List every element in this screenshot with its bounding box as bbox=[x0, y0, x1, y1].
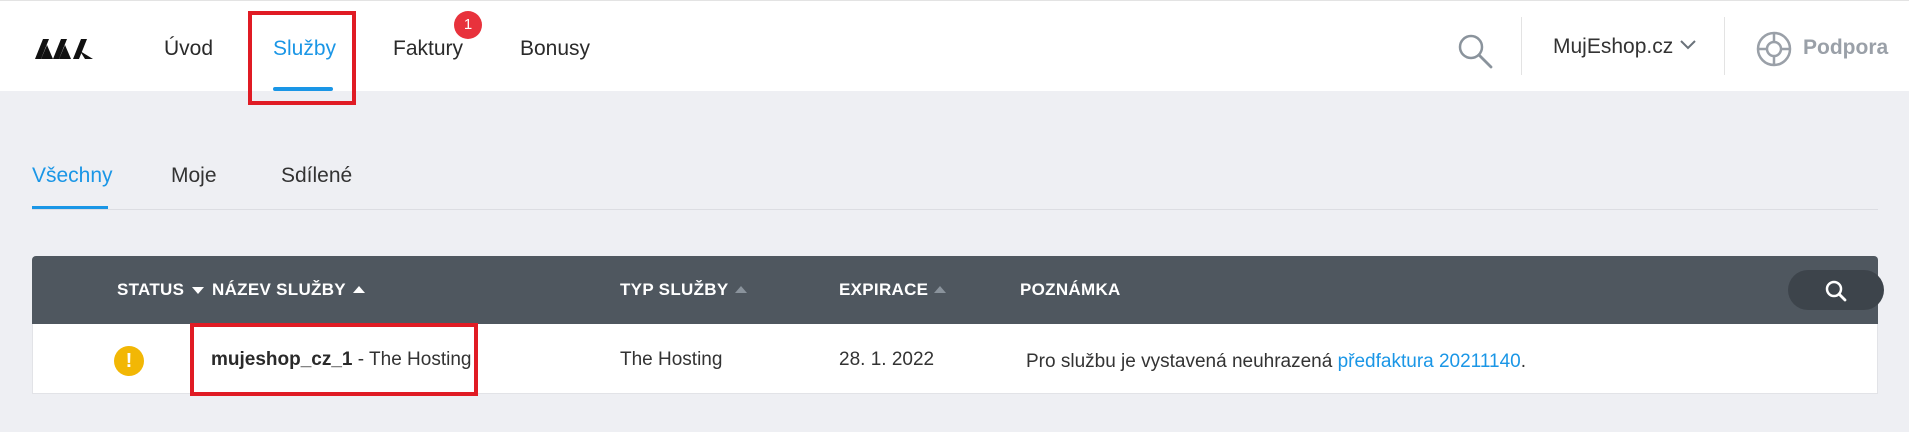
service-note: Pro službu je vystavená neuhrazená předf… bbox=[1026, 351, 1526, 373]
sort-asc-icon[interactable] bbox=[353, 286, 365, 293]
table-header: STATUS NÁZEV SLUŽBY TYP SLUŽBY EXPIRACE … bbox=[32, 256, 1884, 324]
column-expiration[interactable]: EXPIRACE bbox=[839, 280, 928, 300]
support-link[interactable]: Podpora bbox=[1803, 36, 1888, 60]
column-type[interactable]: TYP SLUŽBY bbox=[620, 280, 728, 300]
proforma-invoice-link[interactable]: předfaktura 20211140 bbox=[1338, 351, 1521, 372]
chevron-down-icon[interactable] bbox=[1679, 39, 1697, 51]
warning-icon: ! bbox=[114, 346, 144, 376]
service-expiration: 28. 1. 2022 bbox=[839, 349, 935, 370]
note-text: Pro službu je vystavená neuhrazená bbox=[1026, 351, 1338, 372]
column-name[interactable]: NÁZEV SLUŽBY bbox=[212, 280, 346, 300]
sort-desc-icon[interactable] bbox=[192, 287, 204, 294]
sort-asc-icon[interactable] bbox=[735, 286, 747, 293]
highlight-box-nav bbox=[248, 11, 356, 105]
tab-moje[interactable]: Moje bbox=[171, 164, 217, 188]
table-search-button[interactable] bbox=[1788, 270, 1884, 310]
column-status[interactable]: STATUS bbox=[117, 280, 184, 300]
nav-divider bbox=[1724, 17, 1725, 75]
brand-logo[interactable] bbox=[33, 35, 95, 63]
lifebuoy-icon[interactable] bbox=[1755, 30, 1793, 68]
nav-uvod[interactable]: Úvod bbox=[164, 37, 213, 61]
search-icon[interactable] bbox=[1455, 31, 1495, 71]
highlight-box-service bbox=[190, 323, 478, 396]
nav-bonusy[interactable]: Bonusy bbox=[520, 37, 590, 61]
tabs-divider bbox=[32, 209, 1878, 210]
search-icon bbox=[1825, 280, 1847, 302]
tab-sdilene[interactable]: Sdílené bbox=[281, 164, 352, 188]
invoice-count-badge: 1 bbox=[454, 11, 482, 39]
note-end: . bbox=[1520, 351, 1526, 372]
column-note: POZNÁMKA bbox=[1020, 280, 1121, 299]
tab-vsechny[interactable]: Všechny bbox=[32, 164, 113, 188]
sort-asc-icon[interactable] bbox=[934, 286, 946, 293]
nav-faktury[interactable]: Faktury bbox=[393, 37, 463, 61]
service-type: The Hosting bbox=[620, 349, 723, 370]
nav-divider bbox=[1521, 17, 1522, 75]
shop-selector[interactable]: MujEshop.cz bbox=[1553, 35, 1673, 59]
